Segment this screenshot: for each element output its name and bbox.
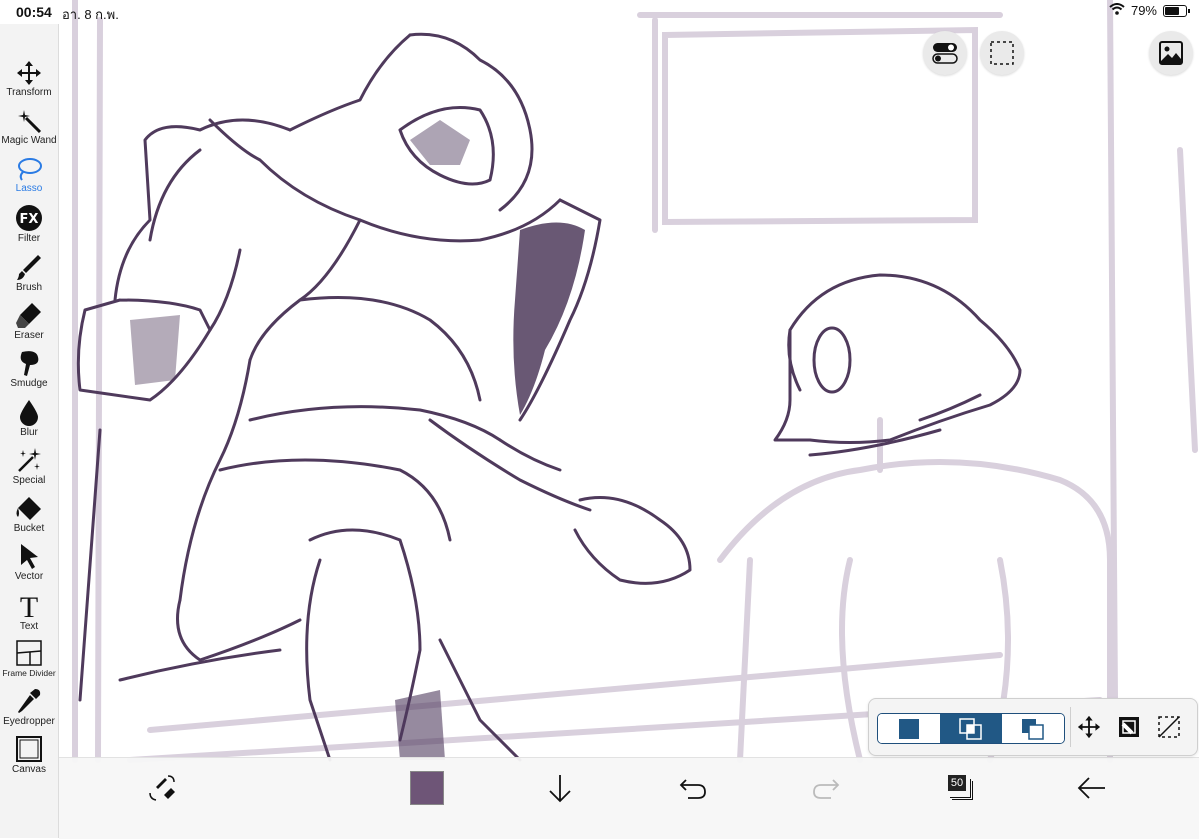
arrow-down-icon [549, 775, 571, 803]
text-t-icon: T [20, 591, 38, 620]
tool-filter[interactable]: FX Filter [0, 204, 58, 250]
tool-label: Magic Wand [1, 135, 57, 146]
status-time: 00:54 [16, 4, 52, 20]
layer-stack-icon: 50 [944, 773, 974, 803]
tool-label: Lasso [15, 183, 43, 194]
toggle-switch-icon [932, 43, 958, 64]
tool-blur[interactable]: Blur [0, 398, 58, 444]
battery-percent: 79% [1130, 3, 1157, 18]
layer-count: 50 [948, 775, 966, 791]
tool-frame-divider[interactable]: Frame Divider [0, 639, 58, 685]
move-selection-button[interactable] [1075, 713, 1103, 741]
selection-mode-new[interactable] [878, 714, 940, 743]
tool-magic-wand[interactable]: Magic Wand [0, 108, 58, 154]
canvas-icon [16, 736, 42, 762]
magic-wand-icon [18, 110, 42, 134]
tool-label: Eraser [14, 330, 44, 341]
selection-mode-add[interactable] [940, 714, 1002, 743]
tool-text[interactable]: T Text [0, 590, 58, 636]
tool-label: Canvas [12, 764, 46, 775]
redo-icon [813, 779, 840, 799]
redo-button[interactable] [806, 768, 846, 808]
bucket-icon [16, 497, 41, 520]
tool-label: Filter [17, 233, 41, 244]
sparkle-icon [18, 448, 41, 472]
layers-count-button[interactable]: 50 [939, 768, 979, 808]
undo-icon [679, 779, 706, 799]
tool-smudge[interactable]: Smudge [0, 349, 58, 395]
subtract-selection-icon [1022, 718, 1044, 740]
color-picker-button[interactable] [407, 768, 447, 808]
brush-eraser-swap-button[interactable] [142, 768, 182, 808]
tool-eraser[interactable]: Eraser [0, 301, 58, 347]
current-color-swatch [410, 771, 444, 805]
svg-text:FX: FX [20, 212, 39, 227]
lasso-icon [18, 158, 42, 181]
svg-text:T: T [20, 591, 38, 620]
tool-label: Vector [14, 571, 44, 582]
clear-selection-icon [1158, 716, 1180, 738]
bottom-toolbar: 50 [59, 757, 1199, 839]
status-right: 79% [1109, 3, 1190, 18]
tool-label: Transform [6, 87, 52, 98]
blur-drop-icon [20, 400, 38, 426]
brush-icon [17, 255, 41, 280]
selection-mode-panel [868, 698, 1198, 756]
tool-vector[interactable]: Vector [0, 542, 58, 588]
tool-label: Blur [20, 427, 38, 438]
new-selection-icon [899, 718, 919, 739]
tool-label: Brush [15, 282, 43, 293]
image-layer-icon [1159, 41, 1183, 65]
layers-button[interactable] [1149, 31, 1193, 75]
add-selection-icon [959, 717, 982, 740]
back-button[interactable] [1072, 768, 1112, 808]
move-arrows-icon [1077, 715, 1101, 739]
wifi-icon [1109, 3, 1125, 18]
layer-down-button[interactable] [540, 768, 580, 808]
tool-transform[interactable]: Transform [0, 60, 58, 106]
selection-mode-subtract[interactable] [1002, 714, 1064, 743]
eyedropper-icon [18, 689, 41, 713]
tool-canvas[interactable]: Canvas [0, 735, 58, 781]
dashed-selection-icon [990, 41, 1014, 65]
undo-button[interactable] [673, 768, 713, 808]
status-date: อา. 8 ก.พ. [62, 7, 119, 22]
selection-mode-segmented [877, 713, 1065, 744]
panel-divider [1070, 707, 1071, 747]
pointer-arrow-icon [21, 544, 38, 569]
tool-sidebar: Transform Magic Wand Lasso FX Filter Bru… [0, 24, 59, 838]
status-bar: 00:54 อา. 8 ก.พ. 79% [0, 0, 1199, 24]
tool-label: Special [12, 475, 46, 486]
tool-brush[interactable]: Brush [0, 253, 58, 299]
smudge-icon [20, 351, 39, 376]
tool-lasso[interactable]: Lasso [0, 156, 58, 202]
tool-label: Text [19, 621, 39, 632]
battery-icon [1163, 4, 1190, 17]
tool-eyedropper[interactable]: Eyedropper [0, 687, 58, 733]
move-arrows-icon [17, 61, 41, 85]
tool-label: Smudge [10, 378, 48, 389]
selection-button[interactable] [980, 31, 1024, 75]
invert-selection-icon [1119, 717, 1139, 737]
clear-selection-button[interactable] [1155, 713, 1183, 741]
tool-label: Bucket [13, 523, 45, 534]
quick-settings-button[interactable] [923, 31, 967, 75]
tool-bucket[interactable]: Bucket [0, 494, 58, 540]
arrow-left-icon [1077, 777, 1105, 799]
frame-divider-icon [16, 640, 42, 666]
fx-icon: FX [16, 205, 42, 231]
invert-selection-button[interactable] [1115, 713, 1143, 741]
tool-special[interactable]: Special [0, 446, 58, 492]
eraser-icon [16, 303, 41, 328]
tool-label: Eyedropper [3, 716, 55, 727]
tool-label: Frame Divider [2, 668, 56, 678]
brush-eraser-swap-icon [149, 775, 175, 801]
